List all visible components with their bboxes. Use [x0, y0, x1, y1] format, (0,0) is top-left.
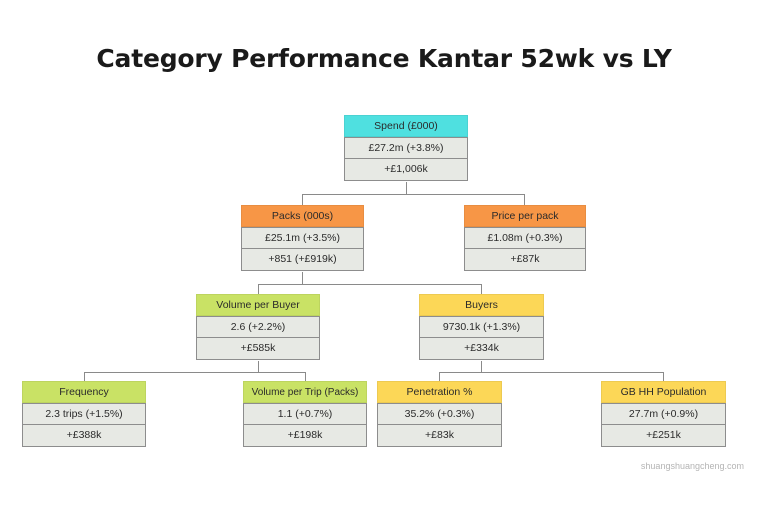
node-volume-per-trip-label: Volume per Trip (Packs) — [243, 381, 367, 403]
node-volume-per-trip-value: 1.1 (+0.7%) — [243, 403, 367, 425]
node-penetration-contribution: +£83k — [377, 425, 502, 447]
node-spend-contribution: +£1,006k — [344, 159, 468, 181]
node-packs-value: £25.1m (+3.5%) — [241, 227, 364, 249]
node-gb-hh-population-label: GB HH Population — [601, 381, 726, 403]
node-spend-label: Spend (£000) — [344, 115, 468, 137]
node-volume-per-trip-contribution: +£198k — [243, 425, 367, 447]
node-price-per-pack[interactable]: Price per pack £1.08m (+0.3%) +£87k — [464, 205, 586, 271]
node-gb-hh-population-value: 27.7m (+0.9%) — [601, 403, 726, 425]
node-penetration[interactable]: Penetration % 35.2% (+0.3%) +£83k — [377, 381, 502, 447]
connector-vpb-bar — [84, 372, 305, 373]
node-volume-per-buyer[interactable]: Volume per Buyer 2.6 (+2.2%) +£585k — [196, 294, 320, 360]
node-buyers-label: Buyers — [419, 294, 544, 316]
node-volume-per-buyer-value: 2.6 (+2.2%) — [196, 316, 320, 338]
footer-credit: shuangshuangcheng.com — [640, 461, 744, 471]
node-volume-per-buyer-label: Volume per Buyer — [196, 294, 320, 316]
node-frequency-label: Frequency — [22, 381, 146, 403]
node-packs-label: Packs (000s) — [241, 205, 364, 227]
connector-spend-bar — [302, 194, 524, 195]
node-packs-contribution: +851 (+£919k) — [241, 249, 364, 271]
node-buyers[interactable]: Buyers 9730.1k (+1.3%) +£334k — [419, 294, 544, 360]
node-price-per-pack-contribution: +£87k — [464, 249, 586, 271]
node-price-per-pack-label: Price per pack — [464, 205, 586, 227]
node-frequency-value: 2.3 trips (+1.5%) — [22, 403, 146, 425]
diagram-canvas: Category Performance Kantar 52wk vs LY S… — [0, 0, 768, 512]
node-volume-per-trip[interactable]: Volume per Trip (Packs) 1.1 (+0.7%) +£19… — [243, 381, 367, 447]
connector-packs-bar — [258, 284, 482, 285]
node-buyers-value: 9730.1k (+1.3%) — [419, 316, 544, 338]
node-gb-hh-population-contribution: +£251k — [601, 425, 726, 447]
page-title: Category Performance Kantar 52wk vs LY — [96, 44, 672, 73]
node-frequency-contribution: +£388k — [22, 425, 146, 447]
node-penetration-value: 35.2% (+0.3%) — [377, 403, 502, 425]
node-price-per-pack-value: £1.08m (+0.3%) — [464, 227, 586, 249]
node-frequency[interactable]: Frequency 2.3 trips (+1.5%) +£388k — [22, 381, 146, 447]
connector-buyers-bar — [439, 372, 664, 373]
node-penetration-label: Penetration % — [377, 381, 502, 403]
node-spend-value: £27.2m (+3.8%) — [344, 137, 468, 159]
node-gb-hh-population[interactable]: GB HH Population 27.7m (+0.9%) +£251k — [601, 381, 726, 447]
node-volume-per-buyer-contribution: +£585k — [196, 338, 320, 360]
node-buyers-contribution: +£334k — [419, 338, 544, 360]
node-spend[interactable]: Spend (£000) £27.2m (+3.8%) +£1,006k — [344, 115, 468, 181]
node-packs[interactable]: Packs (000s) £25.1m (+3.5%) +851 (+£919k… — [241, 205, 364, 271]
